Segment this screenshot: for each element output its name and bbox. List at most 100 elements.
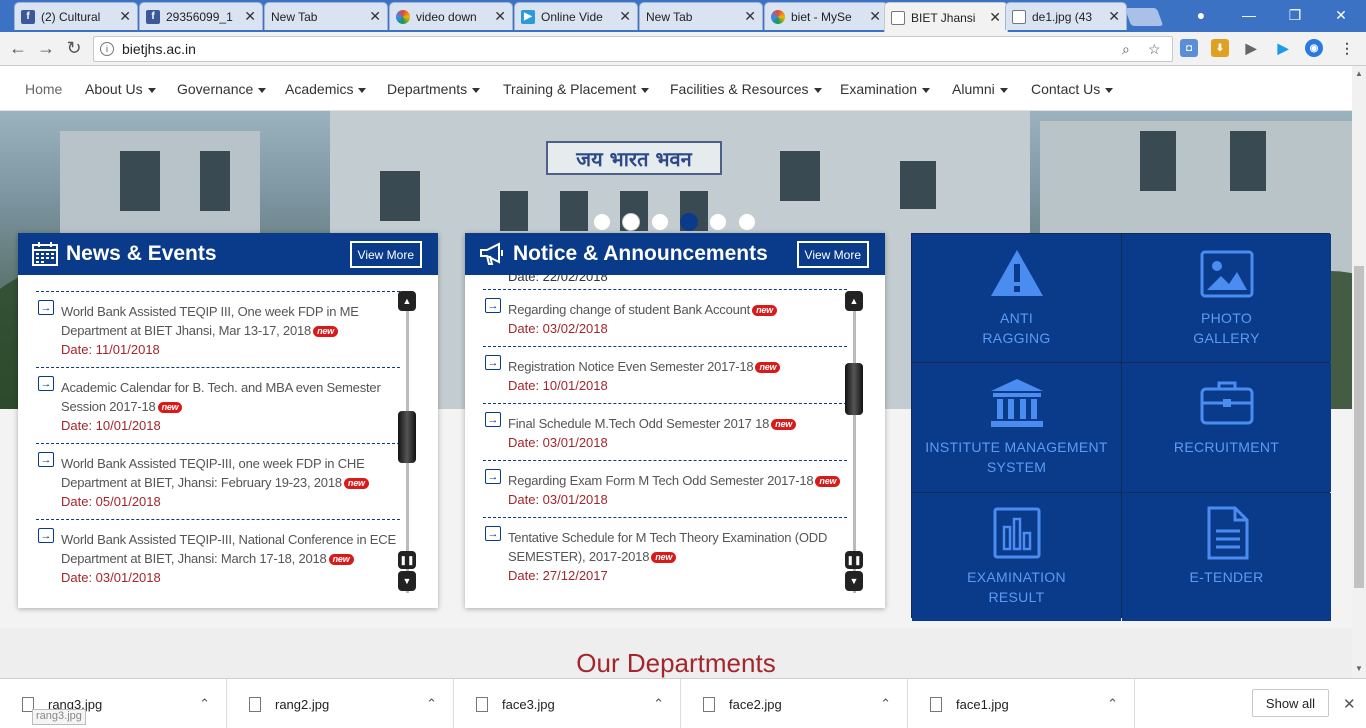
list-item[interactable]: → Academic Calendar for B. Tech. and MBA…: [36, 368, 400, 444]
nav-governance[interactable]: Governance: [177, 81, 267, 97]
nav-alumni[interactable]: Alumni: [952, 81, 1008, 97]
scroll-down-icon[interactable]: ▼: [1355, 664, 1363, 673]
close-icon[interactable]: ✕: [1108, 8, 1120, 25]
tab-biet-myse[interactable]: biet - MySe ✕: [764, 2, 888, 30]
slide-dot[interactable]: [651, 213, 669, 231]
close-icon[interactable]: ✕: [989, 9, 1001, 26]
download-item[interactable]: face3.jpg ⌃: [454, 679, 681, 728]
scroll-thumb[interactable]: [845, 363, 863, 415]
tab-video-download[interactable]: video down ✕: [389, 2, 513, 30]
back-icon[interactable]: ←: [6, 36, 30, 60]
chevron-up-icon[interactable]: ⌃: [880, 696, 891, 712]
page-scrollbar[interactable]: ▲ ▼: [1352, 66, 1366, 678]
address-bar[interactable]: i bietjhs.ac.in ⌕ ☆: [93, 36, 1173, 62]
list-item[interactable]: → Regarding change of student Bank Accou…: [483, 290, 847, 347]
chevron-up-icon[interactable]: ⌃: [199, 696, 210, 712]
nav-training-placement[interactable]: Training & Placement: [503, 81, 650, 97]
tab-facebook-photo[interactable]: f 29356099_1 ✕: [139, 2, 263, 30]
view-more-button[interactable]: View More: [796, 241, 869, 268]
chevron-up-icon[interactable]: ⌃: [653, 696, 664, 712]
list-item[interactable]: → Final Schedule M.Tech Odd Semester 201…: [483, 404, 847, 461]
nav-about-us[interactable]: About Us: [85, 81, 156, 97]
scroll-thumb[interactable]: [398, 411, 416, 463]
news-scroller[interactable]: ▲ ❚❚ ▼: [398, 291, 416, 593]
close-icon[interactable]: ✕: [619, 8, 631, 25]
list-item[interactable]: → Registration Notice Even Semester 2017…: [483, 347, 847, 404]
scroll-down-icon[interactable]: ▼: [845, 571, 863, 591]
tile-anti-ragging[interactable]: ANTI RAGGING: [912, 234, 1121, 362]
nav-departments[interactable]: Departments: [387, 81, 481, 97]
close-icon[interactable]: ✕: [369, 8, 381, 25]
tile-recruitment[interactable]: RECRUITMENT: [1122, 363, 1331, 492]
list-item-partial[interactable]: Date: 22/02/2018: [483, 275, 847, 284]
tile-examination-result[interactable]: EXAMINATION RESULT: [912, 493, 1121, 621]
list-item[interactable]: → Regarding Exam Form M Tech Odd Semeste…: [483, 461, 847, 518]
download-item[interactable]: rang2.jpg ⌃: [227, 679, 454, 728]
zoom-icon[interactable]: ⌕: [1122, 41, 1130, 58]
page-scroll-thumb[interactable]: [1354, 266, 1364, 588]
list-item[interactable]: → World Bank Assisted TEQIP-III, Nationa…: [36, 520, 400, 593]
new-badge: new: [157, 402, 183, 414]
slide-dot-active[interactable]: [680, 213, 698, 231]
extension-icon[interactable]: ◘: [1180, 39, 1198, 57]
bookmark-star-icon[interactable]: ☆: [1148, 41, 1161, 58]
image-icon: [1200, 250, 1253, 298]
tab-de1-jpg[interactable]: de1.jpg (43 ✕: [1005, 2, 1127, 30]
play-icon[interactable]: ▶: [1242, 39, 1260, 57]
nav-contact-us[interactable]: Contact Us: [1031, 81, 1114, 97]
download-item[interactable]: face2.jpg ⌃: [681, 679, 908, 728]
tab-cultural[interactable]: f (2) Cultural ✕: [14, 2, 138, 30]
chevron-up-icon[interactable]: ⌃: [1107, 696, 1118, 712]
video-extension-icon[interactable]: ▶: [1274, 39, 1292, 57]
scroll-up-icon[interactable]: ▲: [845, 291, 863, 311]
close-icon[interactable]: ✕: [1343, 695, 1356, 713]
nav-facilities-resources[interactable]: Facilities & Resources: [670, 81, 822, 97]
download-extension-icon[interactable]: ⬇: [1211, 39, 1229, 57]
close-icon[interactable]: ✕: [244, 8, 256, 25]
list-item[interactable]: → Tentative Schedule for M Tech Theory E…: [483, 518, 847, 593]
slide-dot[interactable]: [622, 213, 640, 231]
slide-dot[interactable]: [738, 213, 756, 231]
pause-icon[interactable]: ❚❚: [845, 551, 863, 569]
window-close-icon[interactable]: ✕: [1318, 0, 1364, 30]
list-item[interactable]: → World Bank Assisted TEQIP-III, one wee…: [36, 444, 400, 520]
tile-institute-management-system[interactable]: INSTITUTE MANAGEMENT SYSTEM: [912, 363, 1121, 492]
nav-academics[interactable]: Academics: [285, 81, 367, 97]
list-item[interactable]: → World Bank Assisted TEQIP III, One wee…: [36, 292, 400, 368]
pause-icon[interactable]: ❚❚: [398, 551, 416, 569]
close-icon[interactable]: ✕: [744, 8, 756, 25]
tab-biet-jhansi[interactable]: BIET Jhansi ✕: [884, 2, 1008, 32]
minimize-icon[interactable]: —: [1226, 0, 1272, 30]
tab-online-video[interactable]: ▶ Online Vide ✕: [514, 2, 638, 30]
forward-icon[interactable]: →: [34, 36, 58, 60]
tab-new-tab-1[interactable]: New Tab ✕: [264, 2, 388, 30]
close-icon[interactable]: ✕: [119, 8, 131, 25]
tab-new-tab-2[interactable]: New Tab ✕: [639, 2, 763, 30]
slide-dot[interactable]: [709, 213, 727, 231]
profile-icon[interactable]: ●: [1178, 0, 1224, 30]
new-badge: new: [651, 552, 677, 564]
nav-home[interactable]: Home: [25, 81, 62, 97]
new-tab-button[interactable]: [1124, 8, 1164, 26]
info-icon[interactable]: i: [100, 42, 114, 56]
menu-icon[interactable]: ⋮: [1338, 39, 1356, 57]
close-icon[interactable]: ✕: [494, 8, 506, 25]
scroll-down-icon[interactable]: ▼: [398, 571, 416, 591]
tile-e-tender[interactable]: E-TENDER: [1122, 493, 1331, 621]
nav-examination[interactable]: Examination: [840, 81, 931, 97]
search-extension-icon[interactable]: ◉: [1305, 39, 1323, 57]
slide-dot[interactable]: [593, 213, 611, 231]
show-all-button[interactable]: Show all: [1252, 689, 1329, 717]
chevron-up-icon[interactable]: ⌃: [426, 696, 437, 712]
reload-icon[interactable]: ↻: [62, 36, 86, 60]
tile-photo-gallery[interactable]: PHOTO GALLERY: [1122, 234, 1331, 362]
facebook-icon: f: [146, 9, 160, 24]
scroll-up-icon[interactable]: ▲: [1355, 69, 1363, 78]
close-icon[interactable]: ✕: [869, 8, 881, 25]
url-text[interactable]: bietjhs.ac.in: [122, 41, 196, 57]
restore-icon[interactable]: ❐: [1272, 0, 1318, 30]
download-item[interactable]: face1.jpg ⌃: [908, 679, 1135, 728]
notice-scroller[interactable]: ▲ ❚❚ ▼: [845, 291, 863, 593]
view-more-button[interactable]: View More: [349, 241, 422, 268]
scroll-up-icon[interactable]: ▲: [398, 291, 416, 311]
